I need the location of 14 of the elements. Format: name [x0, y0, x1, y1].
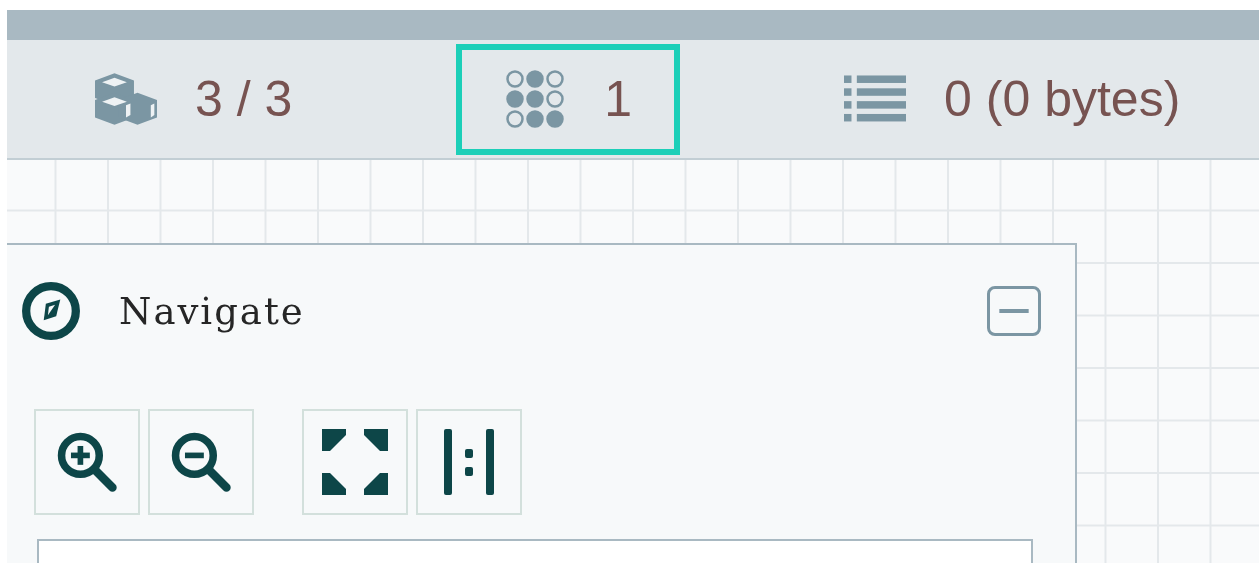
zoom-in-button[interactable]: [34, 409, 140, 515]
fit-button[interactable]: [302, 409, 408, 515]
status-value: 1: [604, 70, 633, 128]
collapse-button[interactable]: [987, 286, 1041, 336]
dot-grid-icon: [504, 70, 567, 128]
panel-title: Navigate: [119, 289, 306, 333]
status-value: 3 / 3: [195, 70, 293, 128]
minus-icon: [999, 309, 1029, 313]
zoom-out-button[interactable]: [148, 409, 254, 515]
actual-size-button[interactable]: [416, 409, 522, 515]
expand-icon: [320, 427, 390, 497]
compass-icon: [21, 281, 81, 341]
cubes-icon: [95, 70, 157, 128]
status-value: 0 (0 bytes): [944, 70, 1181, 128]
